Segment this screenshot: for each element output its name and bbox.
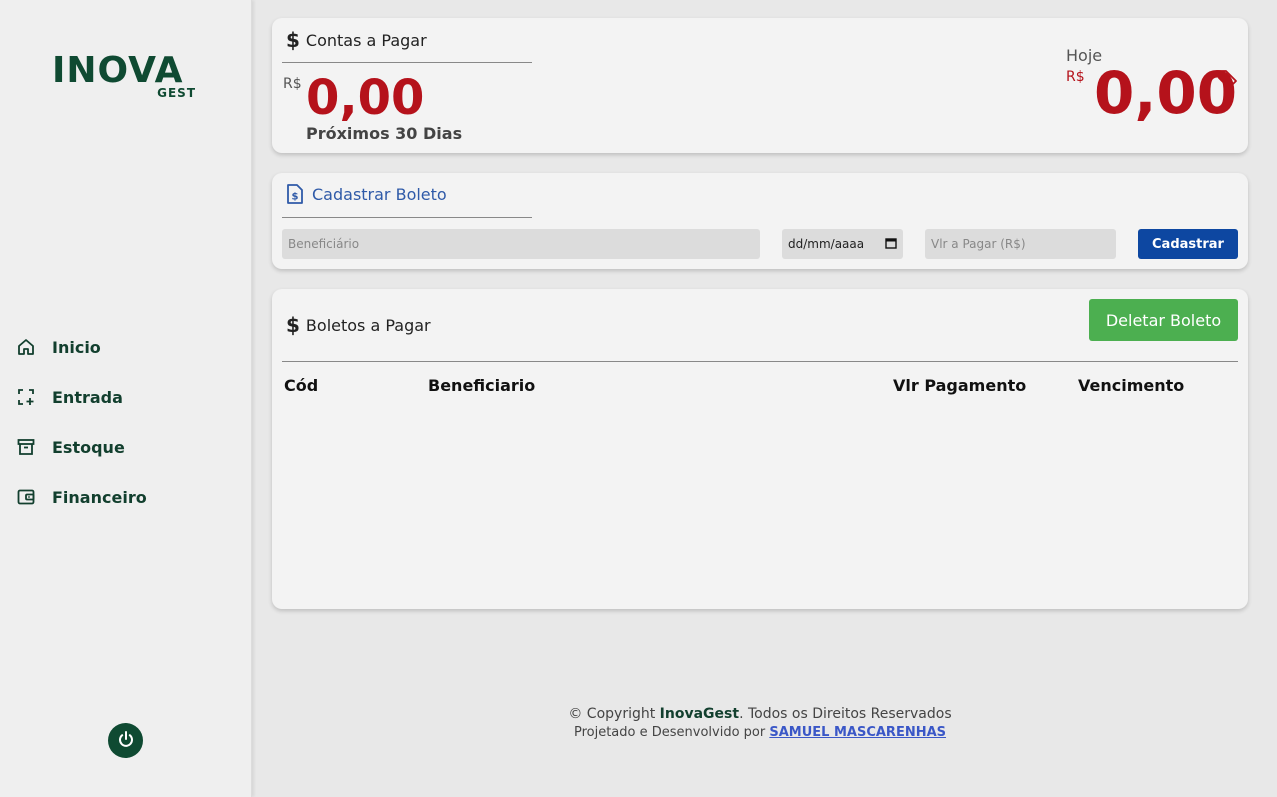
period-label: Próximos 30 Dias — [306, 124, 463, 143]
logo-wordmark: INOVA — [52, 52, 183, 90]
logo-main-text: INOVA — [52, 50, 184, 91]
inovagest-logo[interactable]: INOVA GEST — [52, 52, 202, 102]
sidebar-item-estoque[interactable]: Estoque — [0, 422, 252, 472]
credits-line: Projetado e Desenvolvido por SAMUEL MASC… — [272, 725, 1248, 740]
wallet-icon — [16, 487, 36, 507]
archive-icon — [16, 437, 36, 457]
title-divider — [282, 62, 532, 63]
boletos-list-title: $ Boletos a Pagar — [286, 313, 431, 337]
logout-button[interactable] — [108, 723, 143, 758]
sidebar-item-financeiro[interactable]: Financeiro — [0, 472, 252, 522]
due-date-input[interactable]: dd/mm/aaaa — [788, 237, 864, 251]
due-date-field[interactable]: dd/mm/aaaa — [782, 229, 903, 259]
sidebar-item-label: Inicio — [52, 337, 101, 357]
entry-icon — [16, 387, 36, 407]
sidebar-item-label: Estoque — [52, 437, 125, 457]
column-header-vlr-pagamento[interactable]: Vlr Pagamento — [893, 376, 1026, 395]
sidebar-item-inicio[interactable]: Inicio — [0, 322, 252, 372]
amount-input[interactable] — [931, 229, 1116, 259]
sidebar-item-label: Financeiro — [52, 487, 147, 507]
credits-prefix: Projetado e Desenvolvido por — [573, 725, 766, 740]
logo-subtext: GEST — [157, 86, 196, 100]
register-boleto-title: $ Cadastrar Boleto — [286, 183, 447, 205]
copyright-prefix: © Copyright — [568, 706, 656, 722]
beneficiary-field[interactable] — [282, 229, 760, 259]
column-header-vencimento[interactable]: Vencimento — [1078, 376, 1184, 395]
boletos-list-card: $ Boletos a Pagar Deletar Boleto Cód Ben… — [272, 289, 1248, 609]
sidebar-item-entrada[interactable]: Entrada — [0, 372, 252, 422]
sidebar-nav: Inicio Entrada Estoque Financeiro — [0, 322, 252, 522]
register-button[interactable]: Cadastrar — [1138, 229, 1238, 259]
accounts-payable-title: $ Contas a Pagar — [286, 28, 427, 52]
sidebar-item-label: Entrada — [52, 387, 123, 407]
amount-field[interactable] — [925, 229, 1116, 259]
list-divider — [282, 361, 1238, 362]
copyright-suffix: . Todos os Direitos Reservados — [739, 706, 952, 722]
power-icon — [116, 729, 136, 753]
document-dollar-icon: $ — [286, 183, 304, 205]
copyright-brand: InovaGest — [659, 706, 740, 722]
dollar-icon: $ — [286, 313, 300, 337]
tag-icon — [1216, 68, 1238, 94]
calendar-icon[interactable] — [885, 237, 897, 252]
svg-text:$: $ — [292, 192, 299, 203]
card-title-text: Cadastrar Boleto — [312, 184, 447, 204]
register-boleto-card: $ Cadastrar Boleto dd/mm/aaaa Cadastrar — [272, 173, 1248, 269]
page-footer: © Copyright InovaGest. Todos os Direitos… — [272, 706, 1248, 740]
beneficiary-input[interactable] — [288, 229, 760, 259]
currency-label: R$ — [283, 76, 302, 92]
card-title-text: Boletos a Pagar — [305, 315, 431, 335]
delete-boleto-button[interactable]: Deletar Boleto — [1089, 299, 1238, 341]
column-header-cod[interactable]: Cód — [284, 376, 318, 395]
author-link[interactable]: SAMUEL MASCARENHAS — [769, 725, 946, 740]
card-title-text: Contas a Pagar — [305, 30, 427, 50]
next-30-days-value: 0,00 — [306, 70, 425, 126]
title-divider — [282, 217, 532, 218]
column-header-beneficiario[interactable]: Beneficiario — [428, 376, 535, 395]
sidebar: INOVA GEST Inicio Entrada Estoque Financ… — [0, 0, 252, 797]
home-icon — [16, 337, 36, 357]
today-currency-label: R$ — [1066, 69, 1085, 85]
copyright-line: © Copyright InovaGest. Todos os Direitos… — [272, 706, 1248, 722]
accounts-payable-card: $ Contas a Pagar R$ 0,00 Próximos 30 Dia… — [272, 18, 1248, 153]
dollar-icon: $ — [286, 28, 300, 52]
